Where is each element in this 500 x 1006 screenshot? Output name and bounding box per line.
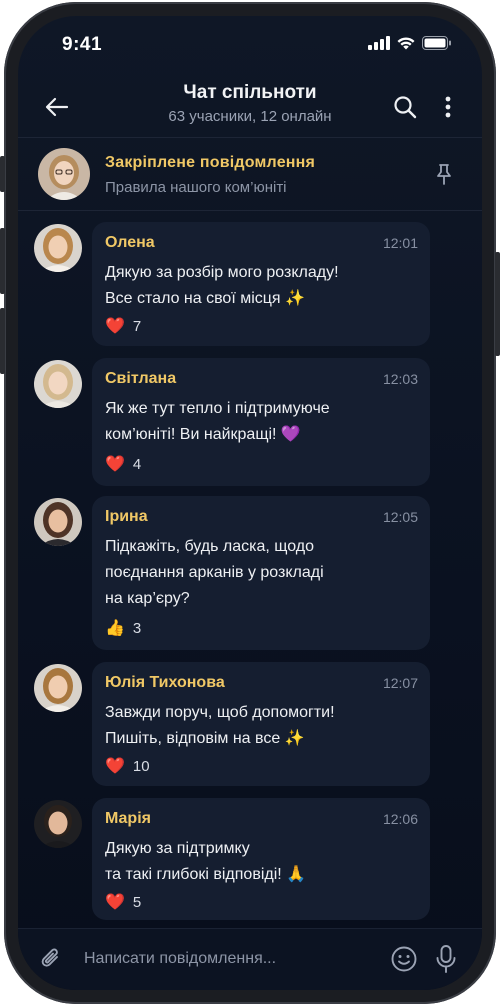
pinned-message[interactable]: Закріплене повідомлення Правила нашого к…: [18, 144, 482, 210]
reaction-chip[interactable]: ❤️ 7: [105, 318, 141, 335]
pinned-divider: [18, 210, 482, 211]
more-vertical-icon: [445, 96, 451, 118]
avatar[interactable]: [34, 664, 82, 712]
mute-switch: [0, 156, 5, 192]
message-text: Як же тут тепло і підтримуюче ком’юніті!…: [105, 400, 330, 443]
reaction-count: 7: [132, 318, 142, 335]
message-time: 12:06: [382, 811, 418, 827]
thumbs-up-icon: 👍: [105, 619, 125, 637]
pinned-title: Закріплене повідомлення: [105, 154, 316, 171]
header-divider: [18, 137, 482, 138]
heart-icon: ❤️: [105, 317, 125, 335]
message-composer: [18, 928, 482, 990]
wifi-icon: [397, 37, 415, 50]
avatar[interactable]: [34, 360, 82, 408]
heart-icon: ❤️: [105, 455, 125, 473]
status-bar: 9:41: [18, 16, 482, 72]
search-button[interactable]: [388, 90, 422, 124]
message-time: 12:03: [382, 371, 418, 387]
message-bubble[interactable]: Світлана 12:03 Як же тут тепло і підтрим…: [92, 358, 430, 486]
sender-name[interactable]: Марія: [105, 810, 151, 828]
sender-name[interactable]: Юлія Тихонова: [105, 674, 225, 692]
chat-header: Чат спільноти 63 учасники, 12 онлайн: [18, 76, 482, 140]
sender-name[interactable]: Олена: [105, 234, 155, 252]
message-bubble[interactable]: Ірина 12:05 Підкажіть, будь ласка, щодо …: [92, 496, 430, 650]
message-time: 12:05: [382, 509, 418, 525]
reaction-chip[interactable]: ❤️ 10: [105, 758, 150, 775]
heart-icon: ❤️: [105, 893, 125, 911]
avatar[interactable]: [34, 224, 82, 272]
message-text: Дякую за розбір мого розкладу! Все стало…: [105, 264, 339, 307]
avatar[interactable]: [34, 498, 82, 546]
message-bubble[interactable]: Олена 12:01 Дякую за розбір мого розклад…: [92, 222, 430, 346]
status-time: 9:41: [62, 34, 103, 55]
reaction-chip[interactable]: ❤️ 5: [105, 894, 141, 911]
search-icon: [394, 96, 417, 119]
unpin-button[interactable]: [432, 162, 456, 186]
volume-up-button: [0, 228, 5, 294]
status-icons: [368, 36, 452, 50]
smile-icon: [391, 946, 417, 972]
message-text: Підкажіть, будь ласка, щодо поєднання ар…: [105, 538, 324, 607]
paperclip-icon: [41, 948, 58, 967]
more-options-button[interactable]: [436, 90, 460, 124]
reaction-chip[interactable]: ❤️ 4: [105, 456, 141, 473]
heart-icon: ❤️: [105, 757, 125, 775]
voice-message-button[interactable]: [434, 944, 458, 974]
avatar: [38, 148, 90, 200]
phone-screen: 9:41 Чат спільноти 63 учасники, 12 онлай…: [18, 16, 482, 990]
cellular-signal-icon: [368, 36, 390, 50]
reaction-chip[interactable]: 👍 3: [105, 620, 141, 637]
message-time: 12:07: [382, 675, 418, 691]
message-bubble[interactable]: Юлія Тихонова 12:07 Завжди поруч, щоб до…: [92, 662, 430, 786]
reaction-count: 10: [132, 758, 150, 775]
pin-icon: [437, 164, 451, 185]
sender-name[interactable]: Світлана: [105, 370, 176, 388]
emoji-button[interactable]: [390, 945, 418, 973]
microphone-icon: [436, 945, 456, 973]
message-input[interactable]: [84, 944, 324, 974]
message-bubble[interactable]: Марія 12:06 Дякую за підтримку та такі г…: [92, 798, 430, 920]
attach-button[interactable]: [38, 946, 64, 972]
message-time: 12:01: [382, 235, 418, 251]
reaction-count: 5: [132, 894, 142, 911]
power-button: [495, 252, 500, 356]
volume-down-button: [0, 308, 5, 374]
reaction-count: 4: [132, 456, 142, 473]
message-text: Завжди поруч, щоб допомогти! Пишіть, від…: [105, 704, 335, 747]
reaction-count: 3: [132, 620, 142, 637]
message-text: Дякую за підтримку та такі глибокі відпо…: [105, 840, 307, 883]
sender-name[interactable]: Ірина: [105, 508, 148, 526]
avatar[interactable]: [34, 800, 82, 848]
battery-icon: [422, 36, 451, 50]
pinned-subtitle: Правила нашого ком’юніті: [105, 179, 287, 196]
